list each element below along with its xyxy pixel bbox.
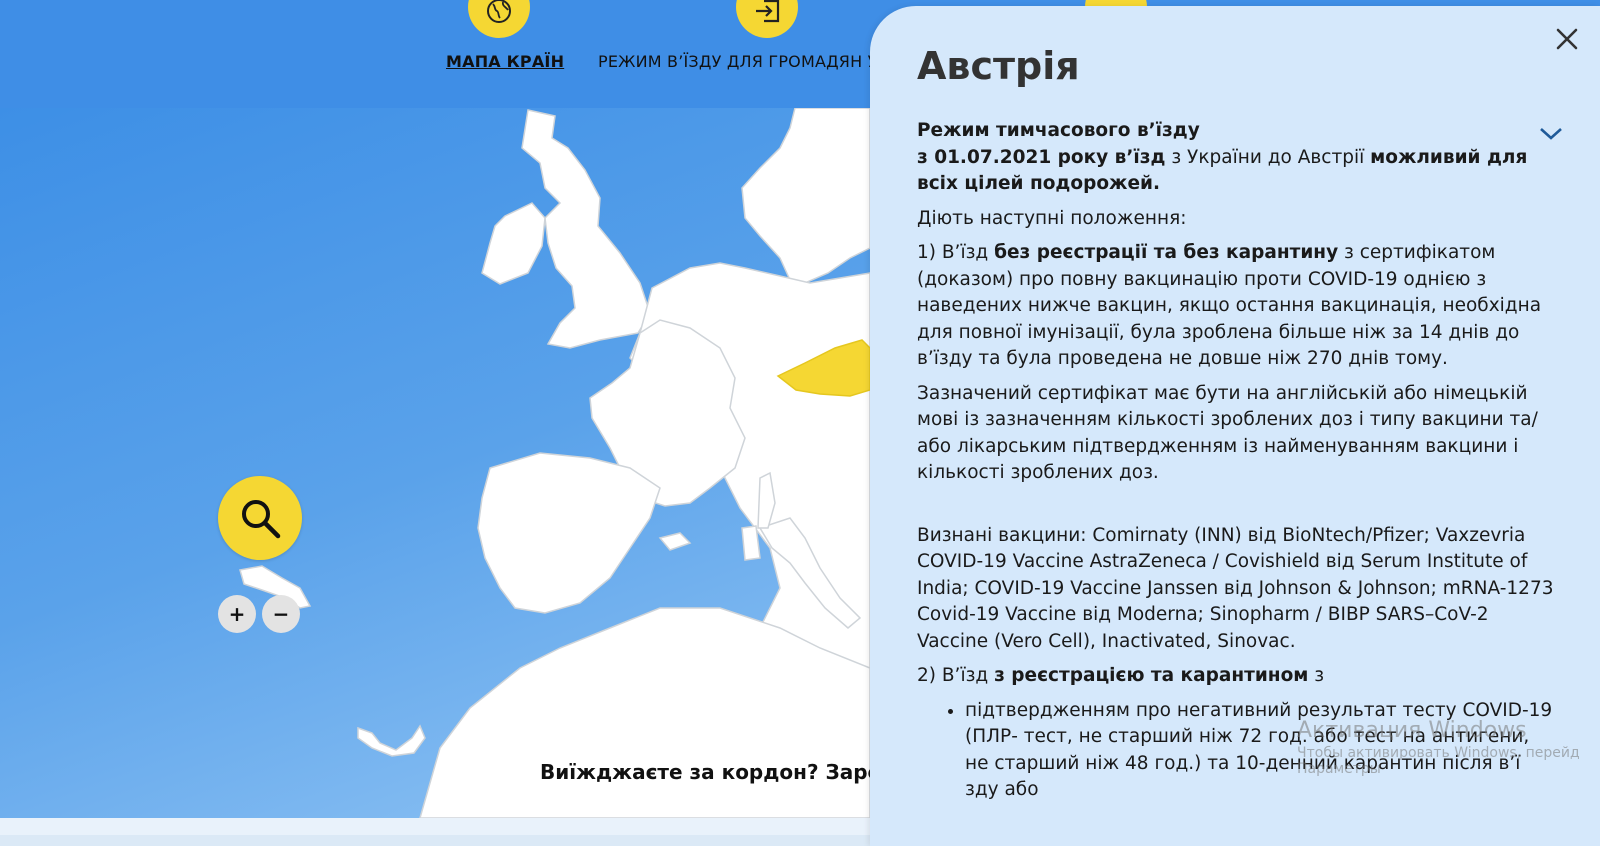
globe-icon xyxy=(468,0,530,38)
map-region xyxy=(419,607,871,818)
close-icon xyxy=(1556,28,1578,50)
bold-text: без реєстрації та без карантину xyxy=(994,242,1339,263)
paragraph: 2) В’їзд з реєстрацією та карантином з xyxy=(917,663,1557,690)
entry-rules-text: Режим тимчасового в’їзду з 01.07.2021 ро… xyxy=(917,118,1557,804)
country-info-panel: Австрія Режим тимчасового в’їзду з 01.07… xyxy=(870,6,1600,846)
bold-text: з реєстрацією та карантином xyxy=(994,665,1309,686)
zoom-out-button[interactable]: − xyxy=(262,595,300,633)
list-item: підтвердженням про негативний результат … xyxy=(965,698,1557,804)
search-icon xyxy=(242,500,281,539)
map-region xyxy=(357,724,426,757)
requirements-list: підтвердженням про негативний результат … xyxy=(917,698,1557,804)
register-banner[interactable]: Виїжджаєте за кордон? Зарєєст xyxy=(540,760,915,784)
paragraph: 1) В’їзд без реєстрації та без карантину… xyxy=(917,240,1557,373)
paragraph: Визнані вакцини: Comirnaty (INN) від Bio… xyxy=(917,524,1554,652)
text: з України до Австрії xyxy=(1165,146,1371,168)
country-title: Австрія xyxy=(917,44,1080,88)
text: 1) В’їзд xyxy=(917,242,995,263)
map-region xyxy=(481,202,546,285)
paragraph: Діють наступні положення: xyxy=(917,207,1187,229)
zoom-in-button[interactable]: + xyxy=(218,595,256,633)
map-region xyxy=(741,108,871,284)
nav-label: РЕЖИМ В’ЇЗДУ ДЛЯ ГРОМАДЯН У xyxy=(598,52,878,71)
map-region xyxy=(741,525,761,561)
paragraph: з 01.07.2021 року в’їзд з України до Авс… xyxy=(917,145,1557,198)
text: з xyxy=(1308,665,1325,686)
enter-icon xyxy=(736,0,798,38)
map-region xyxy=(658,532,692,551)
map-region xyxy=(477,452,661,614)
text: 2) В’їзд xyxy=(917,665,995,686)
search-button[interactable] xyxy=(218,476,302,560)
paragraph: Зазначений сертифікат має бути на англій… xyxy=(917,382,1538,484)
close-button[interactable] xyxy=(1550,22,1584,56)
section-title: Режим тимчасового в’їзду xyxy=(917,120,1200,141)
nav-label: МАПА КРАЇН xyxy=(446,52,565,71)
bold-text: з 01.07.2021 року в’їзд xyxy=(917,146,1166,168)
